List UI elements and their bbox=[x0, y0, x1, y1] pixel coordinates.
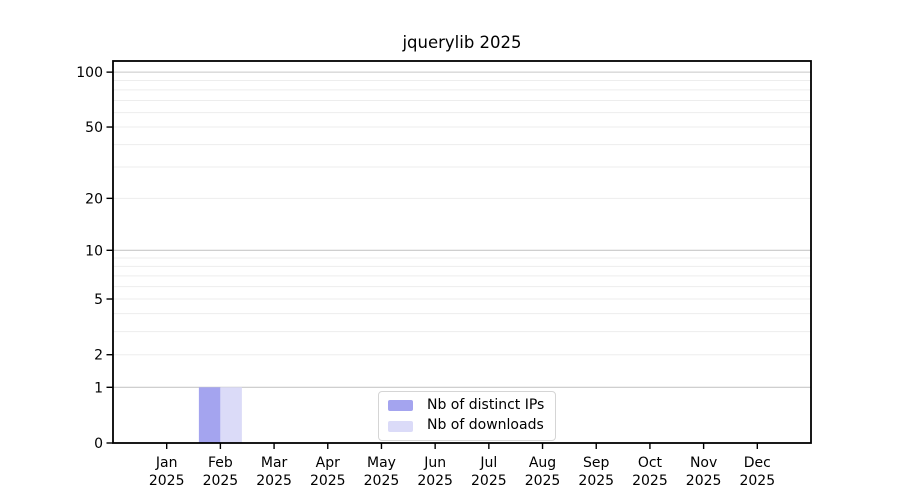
legend-entry: Nb of distinct IPs bbox=[388, 397, 545, 413]
y-tick-label: 1 bbox=[94, 380, 103, 396]
y-tick-label: 50 bbox=[85, 120, 103, 136]
x-tick-label-year: 2025 bbox=[578, 473, 614, 489]
y-tick-label: 2 bbox=[94, 348, 103, 364]
x-tick-label-year: 2025 bbox=[310, 473, 346, 489]
legend-entry: Nb of downloads bbox=[388, 417, 544, 434]
x-tick-label-month: Nov bbox=[690, 455, 717, 471]
legend-swatch bbox=[388, 420, 413, 432]
y-tick-label: 20 bbox=[85, 191, 103, 207]
x-tick-label-year: 2025 bbox=[471, 473, 507, 489]
x-tick-label-month: Jan bbox=[155, 455, 178, 471]
bar-nb-of-downloads bbox=[220, 387, 242, 443]
x-tick-label-year: 2025 bbox=[739, 473, 775, 489]
legend-box: Nb of distinct IPs Nb of downloads bbox=[378, 391, 557, 441]
x-tick-label-month: Mar bbox=[261, 455, 288, 471]
y-tick-label: 100 bbox=[76, 65, 103, 81]
y-tick-label: 10 bbox=[85, 243, 103, 259]
x-tick-label-month: Jul bbox=[479, 455, 497, 471]
x-tick-label-month: Jun bbox=[423, 455, 446, 471]
x-tick-label-year: 2025 bbox=[149, 473, 185, 489]
x-tick-label-month: May bbox=[367, 455, 396, 471]
y-tick-label: 5 bbox=[94, 292, 103, 308]
x-tick-label-month: Oct bbox=[638, 455, 663, 471]
y-tick-label: 0 bbox=[94, 436, 103, 452]
bar-nb-of-distinct-ips bbox=[198, 387, 221, 443]
x-tick-label-month: Feb bbox=[208, 455, 233, 471]
x-tick-label-month: Sep bbox=[583, 455, 610, 471]
chart-figure: jquerylib 2025 0 1 2 5 10 20 50 100 Jan 2025 Feb 20… bbox=[0, 0, 900, 500]
axis-frame bbox=[112, 60, 812, 444]
legend-swatch bbox=[388, 400, 413, 412]
x-tick-label-year: 2025 bbox=[256, 473, 292, 489]
x-tick-label-year: 2025 bbox=[364, 473, 400, 489]
x-tick-label-year: 2025 bbox=[686, 473, 722, 489]
legend-label: Nb of downloads bbox=[427, 417, 544, 434]
x-tick-label-year: 2025 bbox=[417, 473, 453, 489]
legend-label: Nb of distinct IPs bbox=[427, 397, 545, 413]
x-tick-label-year: 2025 bbox=[632, 473, 668, 489]
x-tick-label-month: Aug bbox=[529, 455, 556, 471]
x-tick-label-month: Dec bbox=[744, 455, 771, 471]
x-tick-label-year: 2025 bbox=[203, 473, 239, 489]
x-tick-label-month: Apr bbox=[316, 455, 340, 471]
x-tick-label-year: 2025 bbox=[525, 473, 561, 489]
